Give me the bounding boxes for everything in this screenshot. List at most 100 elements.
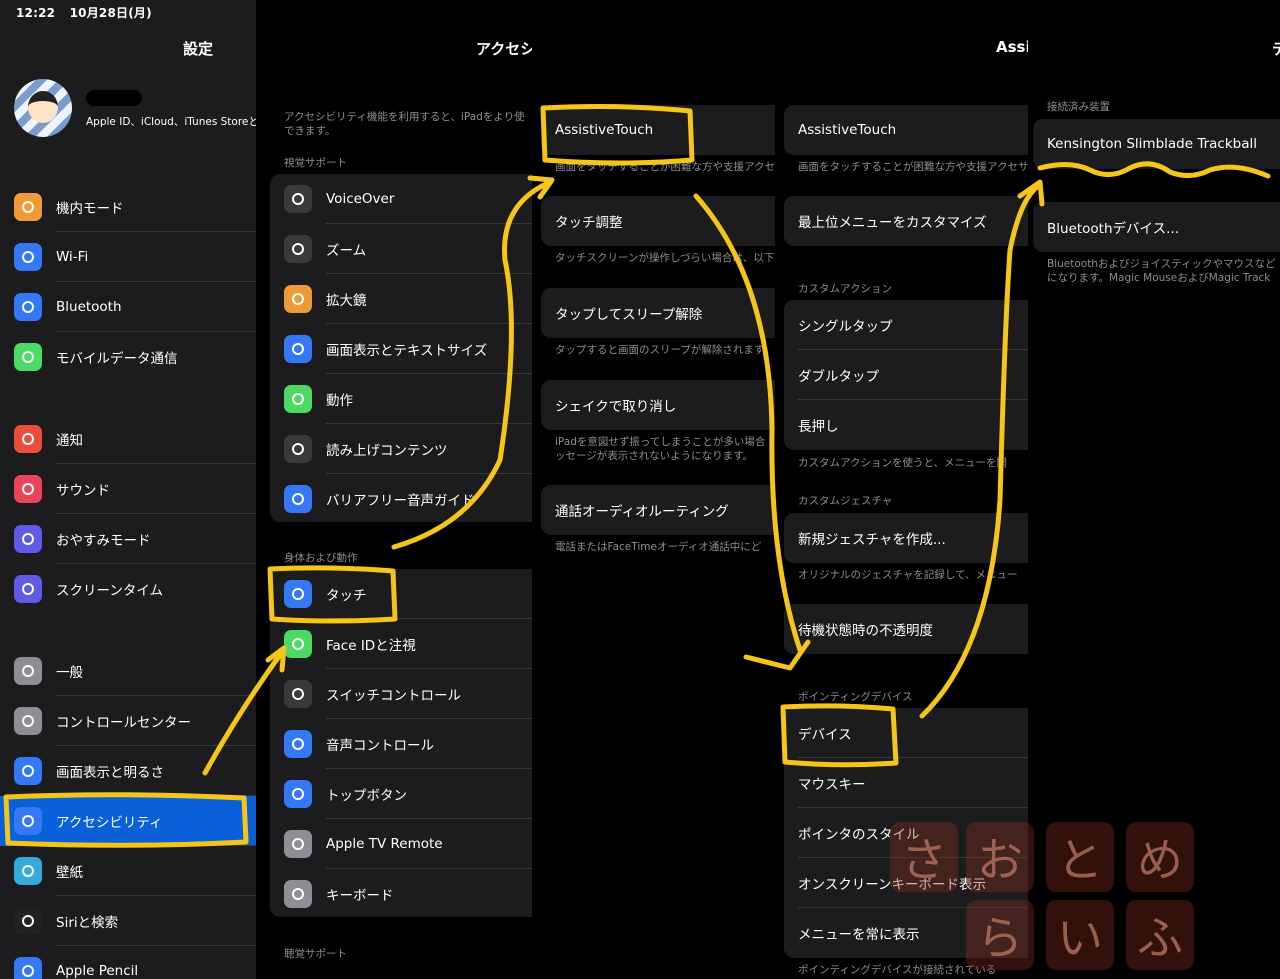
voice-control-icon — [284, 730, 312, 758]
settings-item-6[interactable]: Apple Pencil — [56, 946, 138, 979]
watermark-char: お — [966, 822, 1034, 892]
accessibility-panel: アクセシ アクセシビリティ機能を利用すると、iPadをより使 できます。 視覚サ… — [256, 0, 532, 979]
touch-group-3: シェイクで取り消し — [541, 380, 775, 430]
touch-group-4: 通話オーディオルーティング — [541, 485, 775, 535]
touch-footer-0: 画面をタッチすることが困難な方や支援アクセ — [555, 161, 775, 173]
status-date: 10月28日(月) — [69, 6, 152, 20]
accessibility-item-6[interactable]: バリアフリー音声ガイド — [326, 474, 475, 524]
assistivetouch-toggle-group: AssistiveTouch — [784, 105, 1028, 155]
watermark-char: ら — [966, 900, 1034, 970]
apple-id-profile[interactable]: Apple ID、iCloud、iTunes Storeと — [0, 71, 256, 147]
accessibility-item-1[interactable]: Face IDと注視 — [326, 619, 416, 669]
touch-row-3[interactable]: シェイクで取り消し — [555, 380, 676, 430]
custom-action-row-1[interactable]: ダブルタップ — [798, 350, 879, 400]
pointing-row-0[interactable]: デバイス — [798, 708, 852, 758]
assistivetouch-row[interactable]: AssistiveTouch — [798, 105, 896, 155]
custom-actions-group: シングルタップ ダブルタップ 長押し — [784, 300, 1028, 450]
custom-action-row-2[interactable]: 長押し — [798, 400, 839, 450]
gear-icon — [14, 657, 42, 685]
settings-item-3[interactable]: スクリーンタイム — [56, 564, 163, 614]
new-gesture-row[interactable]: 新規ジェスチャを作成... — [798, 513, 946, 563]
bt-devices-group: Bluetoothデバイス... — [1033, 202, 1280, 252]
new-gesture-footer: オリジナルのジェスチャを記録して、メニュー — [798, 569, 1018, 581]
watermark-char: と — [1046, 822, 1114, 892]
touch-footer-4: 電話またはFaceTimeオーディオ通話中にど — [555, 541, 762, 553]
keyboard-icon — [284, 880, 312, 908]
settings-item-2[interactable]: おやすみモード — [56, 514, 151, 564]
idle-opacity-row[interactable]: 待機状態時の不透明度 — [798, 604, 933, 654]
touch-row-2[interactable]: タップしてスリープ解除 — [555, 288, 702, 338]
bluetooth-icon — [14, 293, 42, 321]
top-button-icon — [284, 780, 312, 808]
physical-header: 身体および動作 — [284, 552, 358, 564]
settings-item-4[interactable]: 壁紙 — [56, 846, 83, 896]
customize-top-menu-row[interactable]: 最上位メニューをカスタマイズ — [798, 196, 987, 246]
settings-item-2[interactable]: 画面表示と明るさ — [56, 746, 164, 796]
settings-item-0[interactable]: 通知 — [56, 414, 83, 464]
hourglass-icon — [14, 575, 42, 603]
touch-footer-2: タップすると画面のスリープが解除されます — [555, 344, 765, 356]
switches-icon — [14, 707, 42, 735]
accessibility-item-4[interactable]: 動作 — [326, 374, 353, 424]
settings-item-3[interactable]: モバイルデータ通信 — [56, 332, 178, 382]
accessibility-intro: アクセシビリティ機能を利用すると、iPadをより使 できます。 — [284, 111, 525, 137]
touch-row-1[interactable]: タッチ調整 — [555, 196, 623, 246]
settings-item-5[interactable]: Siriと検索 — [56, 896, 118, 946]
settings-item-3[interactable]: アクセシビリティ — [56, 796, 163, 846]
accessibility-item-0[interactable]: VoiceOver — [326, 174, 394, 224]
accessibility-item-4[interactable]: トップボタン — [326, 769, 407, 819]
motion-icon — [284, 385, 312, 413]
accessibility-item-5[interactable]: Apple TV Remote — [326, 819, 443, 869]
audio-description-icon — [284, 485, 312, 513]
settings-item-1[interactable]: サウンド — [56, 464, 110, 514]
accessibility-item-0[interactable]: タッチ — [326, 569, 367, 619]
idle-opacity-group: 待機状態時の不透明度 — [784, 604, 1028, 654]
connected-header: 接続済み装置 — [1047, 101, 1110, 113]
flower-icon — [14, 857, 42, 885]
siri-icon — [14, 907, 42, 935]
accessibility-item-3[interactable]: 音声コントロール — [326, 719, 434, 769]
settings-item-1[interactable]: Wi-Fi — [56, 232, 88, 282]
touch-group-2: タップしてスリープ解除 — [541, 288, 775, 338]
accessibility-item-2[interactable]: スイッチコントロール — [326, 669, 461, 719]
wifi-icon — [14, 243, 42, 271]
touch-group-0: AssistiveTouch — [541, 105, 775, 155]
custom-gesture-group: 新規ジェスチャを作成... — [784, 513, 1028, 563]
settings-item-2[interactable]: Bluetooth — [56, 282, 122, 332]
status-bar: 12:22 10月28日(月) — [16, 4, 152, 21]
watermark-char: さ — [890, 822, 958, 892]
bluetooth-devices-row[interactable]: Bluetoothデバイス... — [1047, 202, 1179, 252]
pointing-row-1[interactable]: マウスキー — [798, 758, 866, 808]
hearing-header: 聴覚サポート — [284, 948, 347, 960]
settings-group-notifications: 通知 サウンド おやすみモード スクリーンタイム — [0, 414, 256, 613]
devices-footer: Bluetoothおよびジョイスティックやマウスなど になります。Magic M… — [1047, 258, 1276, 284]
switch-control-icon — [284, 680, 312, 708]
accessibility-item-6[interactable]: キーボード — [326, 869, 394, 919]
settings-item-1[interactable]: コントロールセンター — [56, 696, 191, 746]
accessibility-item-5[interactable]: 読み上げコンテンツ — [326, 424, 448, 474]
settings-item-0[interactable]: 機内モード — [56, 182, 124, 232]
redacted-name — [86, 90, 142, 106]
custom-action-row-0[interactable]: シングルタップ — [798, 300, 893, 350]
row-separator — [326, 373, 532, 374]
speaker-icon — [14, 475, 42, 503]
custom-actions-footer: カスタムアクションを使うと、メニューを開 — [798, 457, 1008, 469]
assistivetouch-title: Assi — [996, 38, 1028, 56]
remote-icon — [284, 830, 312, 858]
accessibility-item-1[interactable]: ズーム — [326, 224, 366, 274]
custom-actions-header: カスタムアクション — [798, 283, 892, 295]
watermark-char: い — [1046, 900, 1114, 970]
physical-group: タッチ Face IDと注視 スイッチコントロール 音声コントロール トップボタン App… — [270, 569, 532, 917]
antenna-icon — [14, 343, 42, 371]
watermark-char: め — [1126, 822, 1194, 892]
pointing-row-4[interactable]: メニューを常に表示 — [798, 908, 920, 958]
settings-sidebar: 12:22 10月28日(月) 設定 Apple ID、iCloud、iTune… — [0, 0, 256, 979]
accessibility-item-3[interactable]: 画面表示とテキストサイズ — [326, 324, 487, 374]
customize-menu-group: 最上位メニューをカスタマイズ — [784, 196, 1028, 246]
faceid-icon — [284, 630, 312, 658]
touch-row-4[interactable]: 通話オーディオルーティング — [555, 485, 729, 535]
settings-item-0[interactable]: 一般 — [56, 646, 83, 696]
trackball-device-row[interactable]: Kensington Slimblade Trackball — [1047, 119, 1257, 169]
accessibility-item-2[interactable]: 拡大鏡 — [326, 274, 367, 324]
touch-row-0[interactable]: AssistiveTouch — [555, 105, 653, 155]
